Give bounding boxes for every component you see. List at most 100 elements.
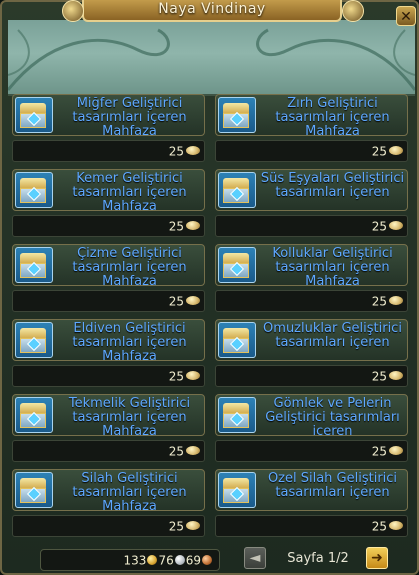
gold-coin-icon (147, 554, 158, 565)
item-card: Tekmelik Geliştirici tasarımları içeren … (12, 394, 205, 464)
page-indicator: Sayfa 1/2 (287, 551, 349, 566)
item-price: 25 (215, 140, 408, 162)
price-value: 25 (371, 144, 387, 159)
item-price: 25 (215, 515, 408, 537)
item-button[interactable]: Kemer Geliştirici tasarımları içeren Mah… (12, 169, 205, 211)
item-name: Özel Silah Geliştirici tasarımları içere… (267, 472, 398, 500)
item-price: 25 (12, 215, 205, 237)
gold-ore-icon (389, 221, 403, 230)
gold-ore-icon (389, 296, 403, 305)
item-card: Çizme Geliştirici tasarımları içeren Mah… (12, 244, 205, 314)
price-value: 25 (168, 444, 184, 459)
gold-ore-icon (186, 371, 200, 380)
item-card: Omuzluklar Geliştirici tasarımları içere… (215, 319, 408, 389)
item-name: Zırh Geliştirici tasarımları içeren Mahf… (275, 97, 390, 135)
item-button[interactable]: Zırh Geliştirici tasarımları içeren Mahf… (215, 94, 408, 136)
item-price: 25 (12, 140, 205, 162)
item-price: 25 (215, 290, 408, 312)
item-button[interactable]: Eldiven Geliştirici tasarımları içeren M… (12, 319, 205, 361)
gold-ore-icon (186, 221, 200, 230)
price-value: 25 (168, 219, 184, 234)
price-value: 25 (168, 369, 184, 384)
wallet-display: 133 76 69 (40, 549, 220, 571)
item-name: Süs Eşyaları Geliştirici tasarımları içe… (260, 172, 405, 200)
price-value: 25 (168, 519, 184, 534)
price-value: 25 (168, 144, 184, 159)
item-name: Kemer Geliştirici tasarımları içeren Mah… (72, 172, 187, 210)
item-button[interactable]: Miğfer Geliştirici tasarımları içeren Ma… (12, 94, 205, 136)
item-price: 25 (12, 440, 205, 462)
vine-ornament (8, 28, 415, 91)
item-button[interactable]: Süs Eşyaları Geliştirici tasarımları içe… (215, 169, 408, 211)
copper-coin-icon (202, 554, 212, 565)
item-card: Gömlek ve Pelerin Geliştirici tasarımlar… (215, 394, 408, 464)
item-name: Eldiven Geliştirici tasarımları içeren M… (72, 322, 187, 360)
item-grid: Miğfer Geliştirici tasarımları içeren Ma… (12, 94, 410, 542)
item-price: 25 (12, 290, 205, 312)
footer-bar: 133 76 69 ◄ Sayfa 1/2 ➜ (12, 546, 410, 574)
item-button[interactable]: Kolluklar Geliştirici tasarımları içeren… (215, 244, 408, 286)
gold-ore-icon (186, 146, 200, 155)
item-name: Tekmelik Geliştirici tasarımları içeren … (68, 397, 191, 435)
prev-page-button[interactable]: ◄ (244, 547, 266, 569)
item-price: 25 (215, 365, 408, 387)
item-button[interactable]: Gömlek ve Pelerin Geliştirici tasarımlar… (215, 394, 408, 436)
title-plate: Naya Vindinay (82, 0, 342, 22)
price-value: 25 (371, 294, 387, 309)
item-price: 25 (12, 515, 205, 537)
item-button[interactable]: Omuzluklar Geliştirici tasarımları içere… (215, 319, 408, 361)
item-card: Süs Eşyaları Geliştirici tasarımları içe… (215, 169, 408, 239)
copper-amount: 69 (185, 553, 201, 568)
gold-ore-icon (389, 521, 403, 530)
item-name: Kolluklar Geliştirici tasarımları içeren… (272, 247, 393, 285)
gold-ore-icon (389, 446, 403, 455)
item-button[interactable]: Silah Geliştirici tasarımları içeren Mah… (12, 469, 205, 511)
close-button[interactable]: ✕ (396, 6, 416, 26)
chest-icon (218, 247, 256, 283)
chest-icon (15, 97, 53, 133)
item-name: Çizme Geliştirici tasarımları içeren Mah… (72, 247, 187, 285)
gold-ore-icon (389, 371, 403, 380)
item-card: Kolluklar Geliştirici tasarımları içeren… (215, 244, 408, 314)
next-page-button[interactable]: ➜ (366, 547, 388, 569)
gold-ore-icon (186, 296, 200, 305)
chest-icon (218, 472, 256, 508)
item-name: Gömlek ve Pelerin Geliştirici tasarımlar… (265, 397, 400, 435)
chest-icon (15, 172, 53, 208)
silver-amount: 76 (158, 553, 174, 568)
chest-icon (15, 322, 53, 358)
chest-icon (218, 397, 256, 433)
price-value: 25 (168, 294, 184, 309)
item-button[interactable]: Çizme Geliştirici tasarımları içeren Mah… (12, 244, 205, 286)
gold-ore-icon (186, 446, 200, 455)
silver-coin-icon (174, 554, 185, 565)
ornament-gem-icon (342, 0, 364, 22)
gold-ore-icon (389, 146, 403, 155)
vendor-window: Naya Vindinay ✕ Miğfer Geliştirici tasar… (0, 0, 419, 575)
item-price: 25 (215, 440, 408, 462)
ornament-gem-icon (62, 0, 84, 22)
item-card: Miğfer Geliştirici tasarımları içeren Ma… (12, 94, 205, 164)
chest-icon (218, 322, 256, 358)
chest-icon (218, 97, 256, 133)
item-price: 25 (12, 365, 205, 387)
price-value: 25 (371, 219, 387, 234)
item-card: Özel Silah Geliştirici tasarımları içere… (215, 469, 408, 539)
item-button[interactable]: Özel Silah Geliştirici tasarımları içere… (215, 469, 408, 511)
item-card: Eldiven Geliştirici tasarımları içeren M… (12, 319, 205, 389)
chest-icon (218, 172, 256, 208)
price-value: 25 (371, 519, 387, 534)
gold-amount: 133 (123, 553, 147, 568)
item-card: Kemer Geliştirici tasarımları içeren Mah… (12, 169, 205, 239)
price-value: 25 (371, 369, 387, 384)
item-name: Omuzluklar Geliştirici tasarımları içere… (263, 322, 402, 350)
chest-icon (15, 472, 53, 508)
item-card: Zırh Geliştirici tasarımları içeren Mahf… (215, 94, 408, 164)
header-artwork (8, 20, 415, 96)
item-button[interactable]: Tekmelik Geliştirici tasarımları içeren … (12, 394, 205, 436)
price-value: 25 (371, 444, 387, 459)
chest-icon (15, 397, 53, 433)
window-title: Naya Vindinay (158, 1, 266, 17)
item-name: Silah Geliştirici tasarımları içeren Mah… (72, 472, 187, 510)
item-name: Miğfer Geliştirici tasarımları içeren Ma… (72, 97, 187, 135)
